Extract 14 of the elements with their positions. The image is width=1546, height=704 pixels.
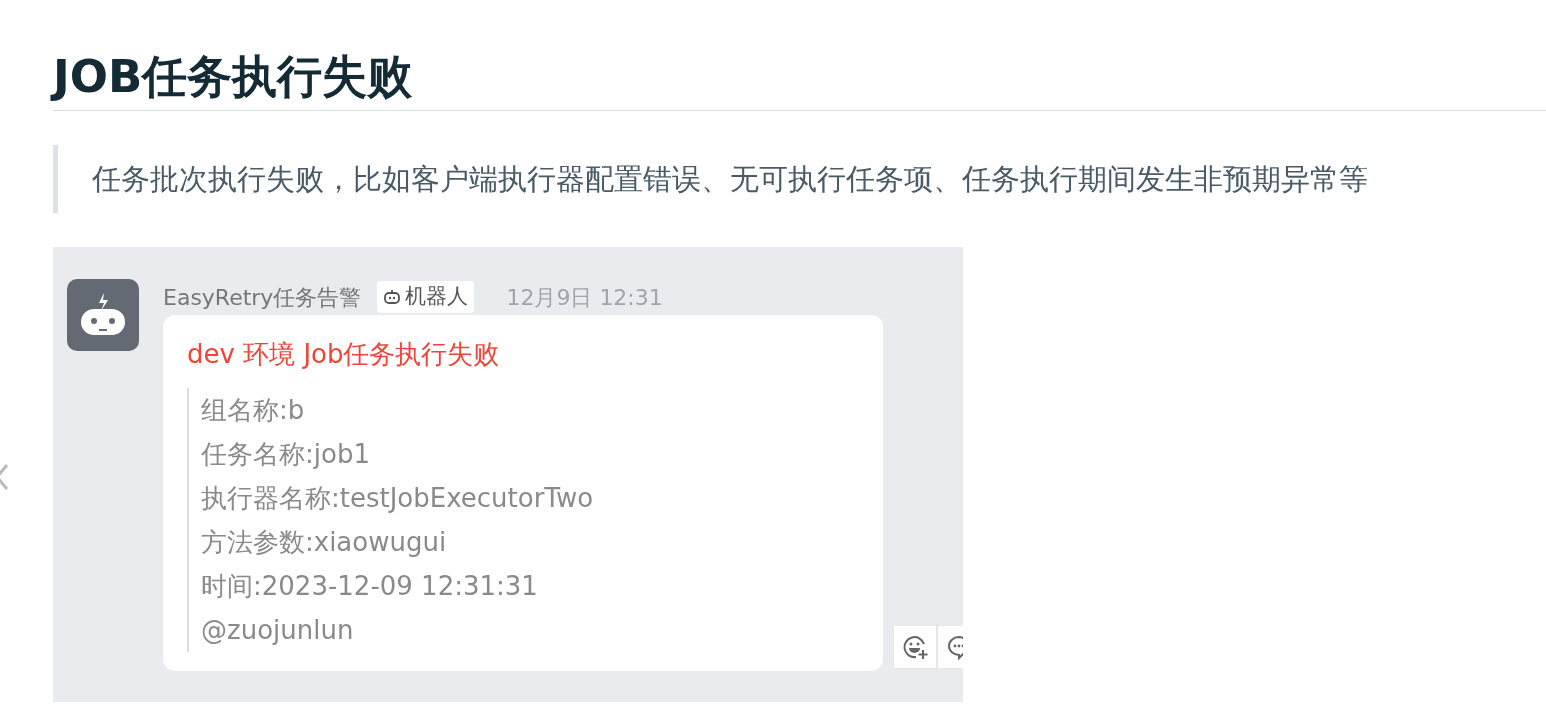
bot-avatar-icon [67, 279, 139, 351]
message-line: @zuojunlun [201, 614, 355, 647]
add-reaction-button[interactable] [893, 625, 937, 669]
message-title: dev 环境 Job任务执行失败 [187, 338, 501, 371]
message-line: 任务名称:job1 [201, 438, 371, 471]
message-line: 执行器名称:testJobExecutorTwo [201, 482, 595, 515]
robot-icon [383, 288, 402, 306]
message-time: 12月9日 12:31 [506, 283, 663, 312]
sender-name: EasyRetry任务告警 [163, 283, 362, 312]
message-line: 方法参数:xiaowugui [201, 526, 448, 559]
bot-tag: 机器人 [377, 281, 475, 313]
message-line: 时间:2023-12-09 12:31:31 [201, 570, 539, 603]
message-line: 组名称:b [201, 394, 306, 427]
blockquote: 任务批次执行失败，比如客户端执行器配置错误、无可执行任务项、任务执行期间发生非预期异常等 [53, 145, 1546, 213]
